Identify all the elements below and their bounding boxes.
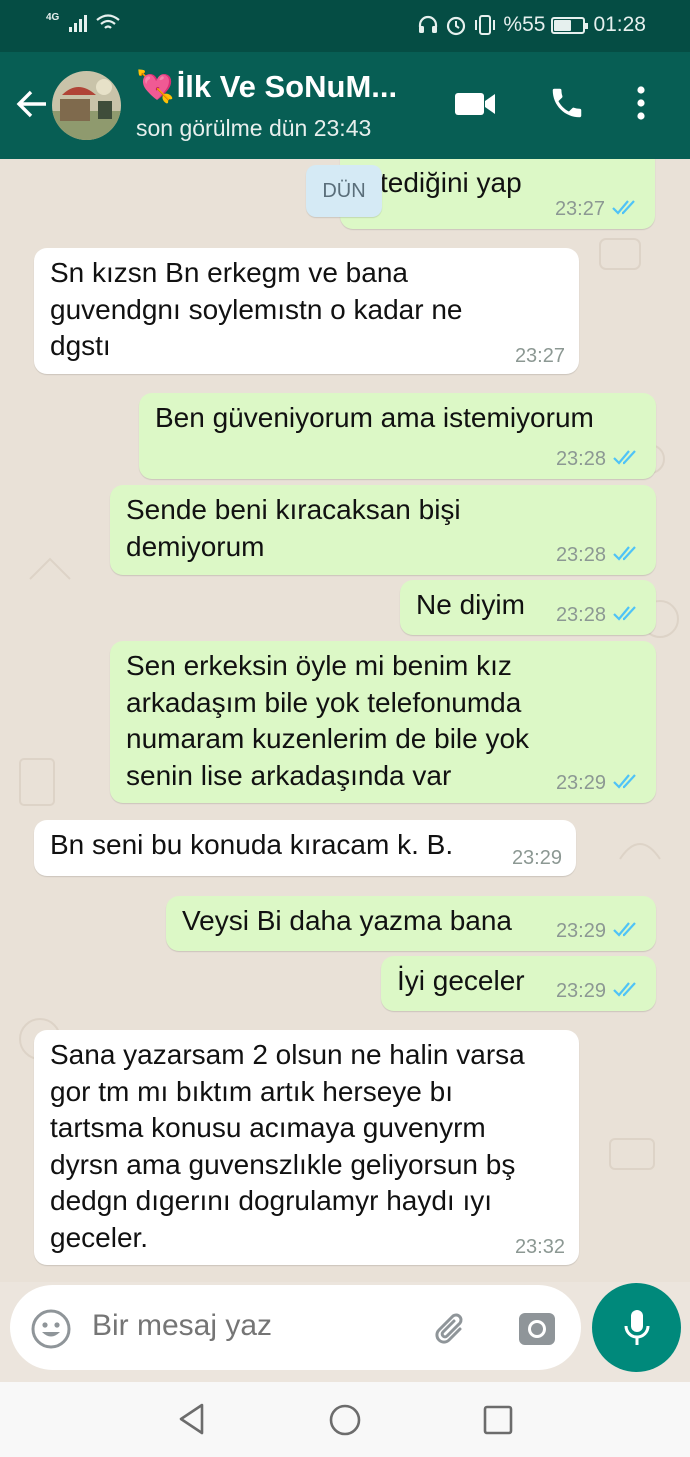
message-line: dgstı [50, 330, 111, 361]
message-time: 23:29 [555, 772, 606, 794]
message-time: 23:32 [514, 1236, 565, 1258]
wifi-icon [96, 14, 121, 29]
message-bubble-outgoing[interactable]: Sende beni kıracaksan bişi demiyorum 23:… [110, 485, 656, 575]
nav-home-icon[interactable] [328, 1403, 362, 1442]
double-check-icon [612, 979, 642, 1003]
battery-percent: %55 [503, 13, 546, 36]
message-line: Sende beni kıracaksan bişi [126, 494, 461, 525]
double-check-icon [612, 919, 642, 943]
message-line: guvendgnı soylemıstn o kadar ne [50, 293, 463, 325]
message-line: geceler. [50, 1221, 149, 1253]
nav-back-icon[interactable] [176, 1402, 208, 1441]
message-line: arkadaşım bile yok telefonumda [126, 686, 522, 718]
message-time: 23:29 [555, 980, 606, 1002]
nav-recents-icon[interactable] [482, 1404, 514, 1441]
message-bubble-incoming[interactable]: Sana yazarsam 2 olsun ne halin varsa gor… [34, 1030, 579, 1265]
paperclip-icon[interactable] [430, 1307, 472, 1354]
message-time: 23:29 [555, 920, 606, 942]
message-bubble-outgoing[interactable]: İyi geceler 23:29 [381, 956, 656, 1011]
chat-header: 💘 İlk Ve SoNuM... son görülme dün 23:43 [0, 52, 690, 159]
system-nav-bar [0, 1382, 690, 1457]
message-line: numaram kuzenlerim de bile yok [126, 723, 530, 754]
network-type: 4G [46, 12, 60, 23]
alarm-icon [447, 16, 466, 36]
microphone-icon[interactable] [592, 1283, 681, 1372]
message-bubble-outgoing[interactable]: Ben güveniyorum ama istemiyorum 23:28 [139, 393, 656, 479]
message-composer[interactable] [10, 1285, 581, 1370]
message-text: Ben güveniyorum ama istemiyorum [155, 402, 594, 433]
double-check-icon [612, 543, 642, 567]
message-time: 23:27 [554, 198, 605, 220]
message-time: 23:28 [555, 544, 606, 566]
message-bubble-outgoing[interactable]: Veysi Bi daha yazma bana 23:29 [166, 896, 656, 951]
phone-icon[interactable] [548, 84, 586, 127]
headset-icon [419, 15, 438, 33]
avatar[interactable] [52, 71, 121, 140]
message-line: tartsma konusu acımaya guvenyrm [50, 1112, 486, 1143]
emoji-icon[interactable] [30, 1308, 72, 1355]
video-call-icon[interactable] [454, 90, 496, 123]
message-line: dyrsn ama guvenszlıkle geliyorsun bş [50, 1148, 516, 1180]
message-input[interactable] [92, 1309, 412, 1343]
status-bar: 4G %55 01:28 [0, 0, 690, 52]
message-bubble-incoming[interactable]: Bn seni bu konuda kıracam k. B. 23:29 [34, 820, 576, 876]
chat-area[interactable]: tediğini yap 23:27 DÜN Sn kızsn Bn erkeg… [0, 159, 690, 1282]
message-bubble-outgoing[interactable]: Ne diyim 23:28 [400, 580, 656, 635]
message-line: gor tm mı bıktım artık herseye bı [50, 1075, 454, 1107]
message-line: Sn kızsn Bn erkegm ve bana [50, 257, 408, 288]
double-check-icon [611, 197, 641, 221]
message-text: Bn seni bu konuda kıracam k. B. [50, 829, 454, 860]
signal-icon [69, 14, 88, 32]
contact-name[interactable]: 💘 İlk Ve SoNuM... [136, 68, 397, 105]
double-check-icon [612, 603, 642, 627]
message-text: tediğini yap [380, 167, 522, 198]
message-bubble-outgoing[interactable]: tediğini yap 23:27 [340, 159, 655, 229]
last-seen: son görülme dün 23:43 [136, 115, 372, 141]
double-check-icon [612, 447, 642, 471]
message-time: 23:29 [511, 847, 562, 869]
message-bubble-incoming[interactable]: Sn kızsn Bn erkegm ve bana guvendgnı soy… [34, 248, 579, 374]
message-line: Sana yazarsam 2 olsun ne halin varsa [50, 1039, 525, 1070]
message-time: 23:28 [555, 448, 606, 470]
camera-icon[interactable] [516, 1307, 558, 1354]
message-time: 23:27 [514, 345, 565, 367]
arrow-left-icon[interactable] [14, 86, 50, 127]
heart-emoji-icon: 💘 [136, 69, 175, 104]
clock: 01:28 [593, 13, 646, 36]
message-line: dedgn dıgerını dogrulamyr haydı ıyı [50, 1185, 493, 1216]
message-bubble-outgoing[interactable]: Sen erkeksin öyle mi benim kız arkadaşım… [110, 641, 656, 803]
contact-name-text: İlk Ve SoNuM... [176, 68, 398, 104]
message-line: Sen erkeksin öyle mi benim kız [126, 650, 512, 681]
vibrate-icon [475, 15, 496, 35]
double-check-icon [612, 771, 642, 795]
date-chip: DÜN [306, 165, 382, 217]
more-vertical-icon[interactable] [634, 84, 648, 127]
message-time: 23:28 [555, 604, 606, 626]
battery-icon [551, 16, 589, 34]
